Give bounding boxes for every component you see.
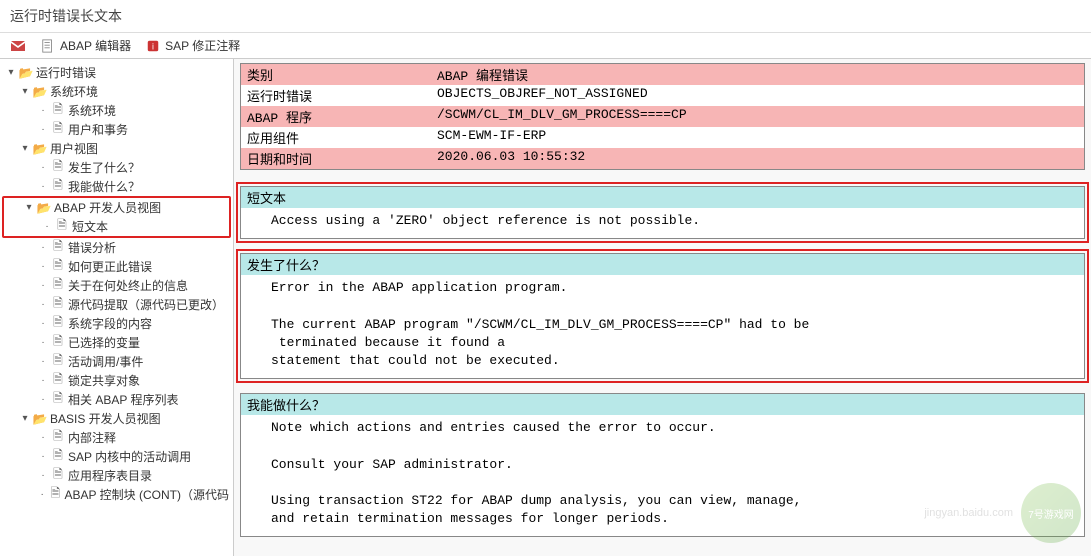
document-icon: 🗎	[50, 260, 66, 274]
tree-where-terminated[interactable]: · 🗎 关于在何处终止的信息	[0, 276, 233, 295]
tree-sys-fields[interactable]: · 🗎 系统字段的内容	[0, 314, 233, 333]
document-icon: 🗎	[50, 104, 66, 118]
section-body: Note which actions and entries caused th…	[241, 415, 1084, 536]
toolbar-mail-button[interactable]	[10, 38, 26, 54]
tree-lock-shared[interactable]: · 🗎 锁定共享对象	[0, 371, 233, 390]
tree-sidebar: ▾ 📂 运行时错误 ▾ 📂 系统环境 · 🗎 系统环境 · 🗎 用户和事务 ▾ …	[0, 59, 234, 556]
abap-editor-button[interactable]: ABAP 编辑器	[40, 37, 131, 54]
tree-sys-env[interactable]: · 🗎 系统环境	[0, 101, 233, 120]
section-body: Error in the ABAP application program. T…	[241, 275, 1084, 378]
content-area: 类别 ABAP 编程错误 运行时错误 OBJECTS_OBJREF_NOT_AS…	[234, 59, 1091, 556]
tree-kernel-calls[interactable]: · 🗎 SAP 内核中的活动调用	[0, 447, 233, 466]
document-icon	[40, 38, 56, 54]
tree-how-fix[interactable]: · 🗎 如何更正此错误	[0, 257, 233, 276]
chevron-down-icon: ▾	[4, 67, 18, 78]
chevron-down-icon: ▾	[18, 413, 32, 424]
svg-text:i: i	[152, 41, 154, 51]
window-title: 运行时错误长文本	[0, 0, 1091, 33]
section-body: Access using a 'ZERO' object reference i…	[241, 208, 1084, 238]
document-icon: 🗎	[50, 393, 66, 407]
tree-abap-cont[interactable]: · 🗎 ABAP 控制块 (CONT)（源代码	[0, 485, 233, 504]
chevron-down-icon: ▾	[18, 86, 32, 97]
tree-user-tx[interactable]: · 🗎 用户和事务	[0, 120, 233, 139]
document-icon: 🗎	[50, 355, 66, 369]
document-icon: 🗎	[50, 336, 66, 350]
section-header: 我能做什么？	[241, 394, 1084, 415]
folder-icon: 📂	[36, 201, 52, 215]
document-icon: 🗎	[50, 317, 66, 331]
folder-icon: 📂	[32, 85, 48, 99]
document-icon: 🗎	[50, 123, 66, 137]
folder-icon: 📂	[18, 66, 34, 80]
section-what-happened: 发生了什么？ Error in the ABAP application pro…	[240, 253, 1085, 379]
document-icon: 🗎	[50, 298, 66, 312]
tree-basis-dev-folder[interactable]: ▾ 📂 BASIS 开发人员视图	[0, 409, 233, 428]
tree-root[interactable]: ▾ 📂 运行时错误	[0, 63, 233, 82]
tree-internal-notes[interactable]: · 🗎 内部注释	[0, 428, 233, 447]
tree-abap-dev-folder[interactable]: ▾ 📂 ABAP 开发人员视图	[4, 198, 229, 217]
tree-chosen-vars[interactable]: · 🗎 已选择的变量	[0, 333, 233, 352]
folder-icon: 📂	[32, 412, 48, 426]
sap-note-button[interactable]: i SAP 修正注释	[145, 37, 240, 54]
info-table: 类别 ABAP 编程错误 运行时错误 OBJECTS_OBJREF_NOT_AS…	[240, 63, 1085, 170]
document-icon: 🗎	[50, 180, 66, 194]
mail-icon	[10, 38, 26, 54]
tree-what-happened[interactable]: · 🗎 发生了什么？	[0, 158, 233, 177]
chevron-down-icon: ▾	[22, 202, 36, 213]
sap-note-label: SAP 修正注释	[165, 37, 240, 54]
chevron-down-icon: ▾	[18, 143, 32, 154]
info-row-date-time: 日期和时间 2020.06.03 10:55:32	[241, 148, 1084, 169]
document-icon: 🗎	[50, 374, 66, 388]
tree-abap-prog-list[interactable]: · 🗎 相关 ABAP 程序列表	[0, 390, 233, 409]
section-header: 发生了什么？	[241, 254, 1084, 275]
document-icon: 🗎	[54, 220, 70, 234]
document-icon: 🗎	[50, 469, 66, 483]
info-row-category: 类别 ABAP 编程错误	[241, 64, 1084, 85]
document-icon: 🗎	[50, 161, 66, 175]
section-what-can: 我能做什么？ Note which actions and entries ca…	[240, 393, 1085, 537]
abap-editor-label: ABAP 编辑器	[60, 37, 131, 54]
tree-sys-env-folder[interactable]: ▾ 📂 系统环境	[0, 82, 233, 101]
document-icon: 🗎	[50, 450, 66, 464]
info-row-runtime-error: 运行时错误 OBJECTS_OBJREF_NOT_ASSIGNED	[241, 85, 1084, 106]
section-header: 短文本	[241, 187, 1084, 208]
section-short-text: 短文本 Access using a 'ZERO' object referen…	[240, 186, 1085, 239]
info-row-app-component: 应用组件 SCM-EWM-IF-ERP	[241, 127, 1084, 148]
tree-source-extract[interactable]: · 🗎 源代码提取（源代码已更改）	[0, 295, 233, 314]
tree-what-can-do[interactable]: · 🗎 我能做什么？	[0, 177, 233, 196]
document-icon: 🗎	[50, 279, 66, 293]
document-icon: 🗎	[48, 488, 62, 502]
tree-app-prog-dir[interactable]: · 🗎 应用程序表目录	[0, 466, 233, 485]
tree-error-analysis[interactable]: · 🗎 错误分析	[0, 238, 233, 257]
tree-user-view-folder[interactable]: ▾ 📂 用户视图	[0, 139, 233, 158]
document-icon: 🗎	[50, 241, 66, 255]
tree-active-calls[interactable]: · 🗎 活动调用/事件	[0, 352, 233, 371]
tree-short-text[interactable]: · 🗎 短文本	[4, 217, 229, 236]
info-row-abap-program: ABAP 程序 /SCWM/CL_IM_DLV_GM_PROCESS====CP	[241, 106, 1084, 127]
highlight-abap-dev: ▾ 📂 ABAP 开发人员视图 · 🗎 短文本	[2, 196, 231, 238]
document-icon: 🗎	[50, 431, 66, 445]
folder-icon: 📂	[32, 142, 48, 156]
note-icon: i	[145, 38, 161, 54]
toolbar: ABAP 编辑器 i SAP 修正注释	[0, 33, 1091, 59]
